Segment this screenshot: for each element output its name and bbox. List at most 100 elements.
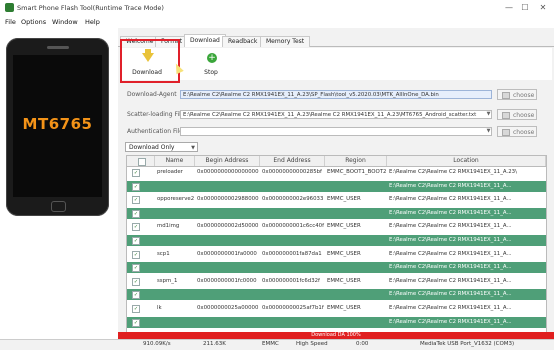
status-port: MediaTek USB Port_V1632 (COM3)	[420, 341, 515, 347]
close-button[interactable]: ✕	[536, 2, 550, 13]
cell-begin: 0x0000000001fa0000	[197, 250, 257, 257]
maximize-button[interactable]: ☐	[518, 2, 532, 13]
row-checkbox[interactable]: ✓	[132, 182, 140, 191]
row-checkbox[interactable]: ✓	[132, 169, 140, 177]
row-checkbox[interactable]: ✓	[132, 196, 140, 205]
select-all-checkbox[interactable]	[138, 158, 146, 166]
scatter-field[interactable]: E:\Realme C2\Realme C2 RMX1941EX_11_A.23…	[180, 110, 492, 119]
cell-region: EMMC_USER	[327, 250, 361, 257]
row-checkbox[interactable]: ✓	[132, 250, 140, 259]
tab-readback[interactable]: Readback	[222, 36, 264, 47]
table-row[interactable]: ✓ E:\Realme C2\Realme C2 RMX1941EX_11_A..…	[127, 235, 546, 246]
mode-select-value: Download Only	[129, 144, 175, 151]
menu-options[interactable]: Options	[21, 18, 46, 26]
main-panel: Welcome Format Download Readback Memory …	[118, 28, 554, 334]
cell-name	[157, 262, 195, 273]
cell-region: EMMC_USER	[327, 305, 361, 311]
cell-location: E:\Realme C2\Realme C2 RMX1941EX_11_A...	[389, 223, 512, 230]
cell-begin: 0x0000000025a00000	[197, 305, 259, 311]
table-row[interactable]: ✓ E:\Realme C2\Realme C2 RMX1941EX_11_A..…	[127, 180, 546, 192]
table-row[interactable]: ✓ preloader 0x0000000000000000 0x0000000000…	[127, 167, 546, 178]
minimize-button[interactable]: —	[502, 2, 516, 13]
table-row[interactable]: ✓ scp1 0x0000000001fa0000 0x000000001fa87da…	[127, 248, 546, 260]
row-checkbox[interactable]: ✓	[132, 291, 140, 300]
scatter-label: Scatter-loading File	[127, 111, 185, 118]
table-row[interactable]: ✓ lk 0x0000000025a00000 0x00000000025af7b1f…	[127, 303, 546, 314]
cell-end: 0x0000000001c6cc40f	[262, 223, 324, 230]
cell-name: sspm_1	[157, 277, 178, 284]
cell-name: scp1	[157, 250, 170, 257]
col-location[interactable]: Location	[387, 156, 546, 166]
table-row[interactable]: ✓ opporeserve2 0x0000000002988000 0x0000000…	[127, 194, 546, 206]
row-checkbox[interactable]: ✓	[132, 305, 140, 313]
cell-region	[327, 235, 387, 246]
cell-name	[157, 289, 195, 300]
folder-icon	[502, 112, 510, 119]
mode-select[interactable]: Download Only ▼	[125, 142, 198, 152]
phone-screen: MT6765	[13, 55, 102, 197]
cell-location: E:\Realme C2\Realme C2 RMX1941EX_11_A...	[389, 291, 512, 298]
status-size: 211.63K	[203, 341, 226, 347]
cell-begin	[197, 208, 260, 219]
col-begin[interactable]: Begin Address	[195, 156, 260, 166]
cell-location: E:\Realme C2\Realme C2 RMX1941EX_11_A...	[389, 318, 512, 325]
scatter-choose-button[interactable]: choose	[497, 109, 537, 120]
cell-region	[327, 317, 387, 328]
table-row[interactable]: ✓ E:\Realme C2\Realme C2 RMX1941EX_11_A..…	[127, 262, 546, 274]
cell-location: E:\Realme C2\Realme C2 RMX1941EX_11_A...	[389, 196, 512, 203]
table-row[interactable]: ✓ E:\Realme C2\Realme C2 RMX1941EX_11_A..…	[127, 316, 546, 328]
menu-help[interactable]: Help	[85, 18, 100, 26]
status-storage: EMMC	[262, 341, 279, 347]
row-checkbox[interactable]: ✓	[132, 209, 140, 218]
stop-button[interactable]: + Stop	[194, 52, 228, 78]
row-checkbox[interactable]: ✓	[132, 277, 140, 286]
cell-name: preloader	[157, 169, 183, 175]
device-panel: MT6765	[0, 28, 117, 328]
cell-region	[327, 208, 387, 219]
cell-begin	[197, 181, 260, 192]
cell-end	[262, 289, 325, 300]
col-end[interactable]: End Address	[260, 156, 325, 166]
cell-location: E:\Realme C2\Realme C2 RMX1941EX_11_A...	[389, 237, 512, 243]
auth-field[interactable]	[180, 127, 492, 136]
row-checkbox[interactable]: ✓	[132, 264, 140, 273]
row-checkbox[interactable]: ✓	[132, 237, 140, 245]
folder-icon	[502, 129, 510, 136]
cell-end: 0x000000001fa87da1	[262, 250, 322, 257]
cell-location: E:\Realme C2\Realme C2 RMX1941EX_11_A.23…	[389, 169, 517, 175]
cell-location: E:\Realme C2\Realme C2 RMX1941EX_11_A...	[389, 250, 512, 257]
menu-file[interactable]: File	[5, 18, 16, 26]
progress-text: Download DA 100%	[311, 332, 361, 338]
cell-end: 0x00000000000285bf	[262, 169, 322, 175]
col-name[interactable]: Name	[155, 156, 195, 166]
folder-icon	[502, 92, 510, 99]
toolbar: Download + Stop	[120, 48, 552, 80]
choose-label: choose	[513, 92, 535, 99]
cell-begin	[197, 235, 260, 246]
tab-download[interactable]: Download	[184, 34, 226, 47]
row-checkbox[interactable]: ✓	[132, 223, 140, 232]
download-agent-choose-button[interactable]: choose	[497, 89, 537, 100]
cell-location: E:\Realme C2\Realme C2 RMX1941EX_11_A...	[389, 277, 512, 284]
auth-choose-button[interactable]: choose	[497, 126, 537, 137]
app-icon	[5, 3, 14, 12]
table-row[interactable]: ✓ sspm_1 0x0000000001fc0000 0x000000001fc6d…	[127, 275, 546, 287]
cell-location: E:\Realme C2\Realme C2 RMX1941EX_11_A...	[389, 182, 512, 189]
tab-memory-test[interactable]: Memory Test	[260, 36, 311, 47]
download-agent-field[interactable]: E:\Realme C2\Realme C2 RMX1941EX_11_A.23…	[180, 90, 492, 99]
cell-begin	[197, 317, 260, 328]
auth-label: Authentication File	[127, 128, 183, 135]
auth-dropdown-icon[interactable]: ▼	[484, 127, 493, 136]
menu-window[interactable]: Window	[52, 18, 78, 26]
table-row[interactable]: ✓ E:\Realme C2\Realme C2 RMX1941EX_11_A..…	[127, 207, 546, 219]
col-region[interactable]: Region	[325, 156, 387, 166]
scatter-dropdown-icon[interactable]: ▼	[484, 110, 493, 119]
home-button-graphic	[51, 201, 66, 212]
table-row[interactable]: ✓ md1img 0x0000000002d50000 0x0000000001c6c…	[127, 221, 546, 233]
cell-region	[327, 262, 387, 273]
cell-name	[157, 208, 195, 219]
status-mode: High Speed	[296, 341, 328, 347]
cell-region	[327, 289, 387, 300]
table-row[interactable]: ✓ E:\Realme C2\Realme C2 RMX1941EX_11_A..…	[127, 289, 546, 301]
row-checkbox[interactable]: ✓	[132, 318, 140, 327]
